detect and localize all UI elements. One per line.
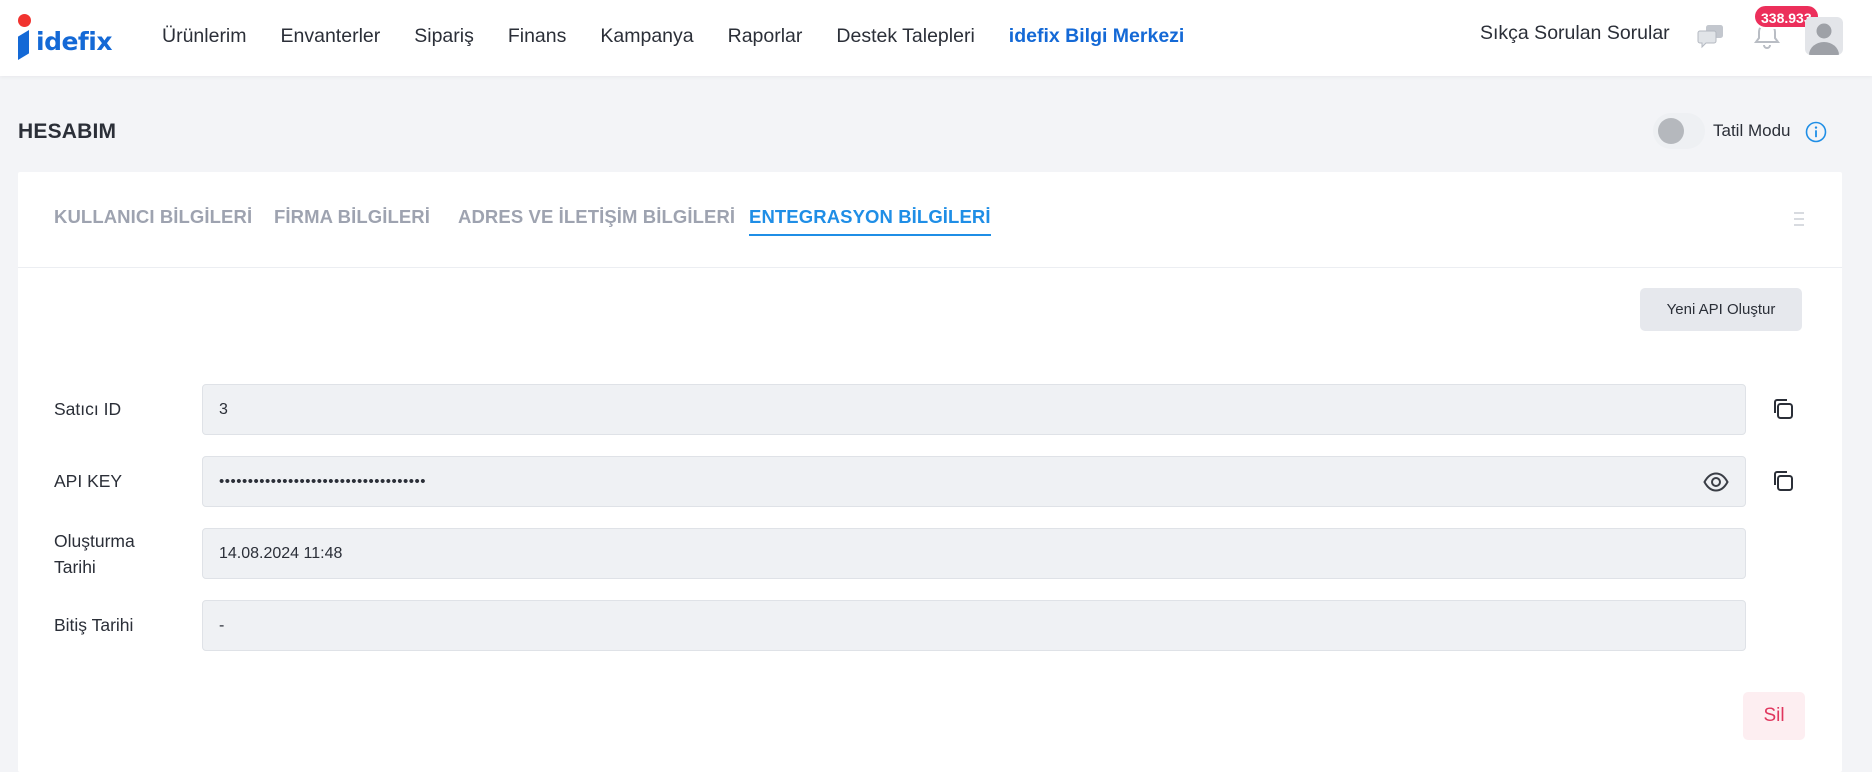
- end-date-label: Bitiş Tarihi: [54, 615, 134, 635]
- nav-item-destek-talepleri[interactable]: Destek Talepleri: [836, 25, 974, 48]
- main-nav: Ürünlerim Envanterler Sipariş Finans Kam…: [145, 0, 1201, 72]
- creation-date-label: Oluşturma Tarihi: [54, 531, 135, 577]
- creation-date-field[interactable]: 14.08.2024 11:48: [202, 528, 1746, 579]
- seller-id-field[interactable]: 3: [202, 384, 1746, 435]
- avatar[interactable]: [1805, 17, 1843, 55]
- account-tabs: KULLANICI BİLGİLERİ FİRMA BİLGİLERİ ADRE…: [18, 172, 1842, 268]
- tabs-scroll-handle-icon[interactable]: [1793, 208, 1805, 230]
- end-date-value: -: [219, 616, 225, 634]
- nav-item-envanterler[interactable]: Envanterler: [281, 25, 381, 48]
- tab-kullanici-bilgileri[interactable]: KULLANICI BİLGİLERİ: [54, 206, 252, 234]
- nav-item-siparis[interactable]: Sipariş: [414, 25, 474, 48]
- idefix-logo[interactable]: idefix: [16, 12, 113, 60]
- seller-id-value: 3: [219, 400, 228, 418]
- top-navbar: idefix Ürünlerim Envanterler Sipariş Fin…: [0, 0, 1872, 76]
- faq-link[interactable]: Sıkça Sorulan Sorular: [1480, 22, 1670, 45]
- vacation-mode-toggle[interactable]: [1653, 113, 1705, 149]
- copy-seller-id-icon[interactable]: [1770, 396, 1796, 422]
- account-card: KULLANICI BİLGİLERİ FİRMA BİLGİLERİ ADRE…: [18, 172, 1842, 772]
- chat-icon[interactable]: [1697, 22, 1725, 50]
- info-icon[interactable]: [1805, 121, 1827, 143]
- api-key-value: ••••••••••••••••••••••••••••••••••••: [219, 473, 427, 490]
- toggle-knob: [1658, 118, 1684, 144]
- vacation-mode-label: Tatil Modu: [1713, 121, 1791, 140]
- nav-item-kampanya[interactable]: Kampanya: [600, 25, 693, 48]
- nav-item-raporlar[interactable]: Raporlar: [728, 25, 803, 48]
- delete-button[interactable]: Sil: [1743, 692, 1805, 740]
- tab-firma-bilgileri[interactable]: FİRMA BİLGİLERİ: [274, 206, 430, 234]
- logo-text: idefix: [36, 27, 113, 56]
- seller-id-label: Satıcı ID: [54, 399, 122, 419]
- page-title: HESABIM: [18, 120, 117, 143]
- tab-adres-iletisim[interactable]: ADRES VE İLETİŞİM BİLGİLERİ: [458, 206, 735, 234]
- copy-api-key-icon[interactable]: [1770, 468, 1796, 494]
- nav-item-finans[interactable]: Finans: [508, 25, 567, 48]
- new-api-button[interactable]: Yeni API Oluştur: [1640, 288, 1802, 331]
- api-key-field[interactable]: ••••••••••••••••••••••••••••••••••••: [202, 456, 1746, 507]
- eye-icon[interactable]: [1703, 470, 1729, 494]
- api-key-label: API KEY: [54, 471, 123, 491]
- nav-item-urunlerim[interactable]: Ürünlerim: [162, 25, 247, 48]
- nav-item-bilgi-merkezi[interactable]: idefix Bilgi Merkezi: [1009, 25, 1185, 48]
- tab-entegrasyon-bilgileri[interactable]: ENTEGRASYON BİLGİLERİ: [749, 206, 991, 236]
- end-date-field[interactable]: -: [202, 600, 1746, 651]
- user-avatar-icon: [1809, 23, 1839, 55]
- logo-mark-icon: [16, 14, 32, 60]
- creation-date-value: 14.08.2024 11:48: [219, 544, 343, 562]
